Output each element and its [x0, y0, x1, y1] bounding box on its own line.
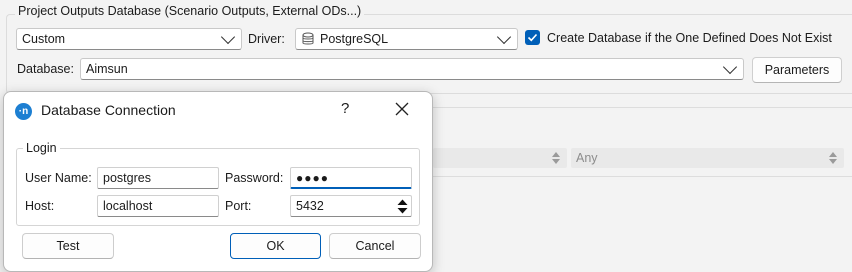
checkmark-icon [527, 33, 538, 42]
chevron-down-icon [496, 29, 512, 45]
password-value: ●●●● [296, 170, 329, 185]
disabled-spin-any: Any [571, 148, 844, 168]
host-value: localhost [103, 199, 153, 213]
spin-arrows-icon [552, 152, 560, 164]
host-field[interactable]: localhost [97, 195, 219, 217]
ok-button[interactable]: OK [230, 233, 321, 259]
dialog-title: Database Connection [41, 102, 176, 118]
disabled-spin-left [433, 148, 567, 168]
test-button[interactable]: Test [22, 233, 114, 259]
user-name-field[interactable]: postgres [97, 167, 219, 189]
parameters-button[interactable]: Parameters [752, 57, 842, 83]
driver-label: Driver: [248, 32, 285, 46]
create-database-label: Create Database if the One Defined Does … [547, 31, 832, 45]
project-outputs-title: Project Outputs Database (Scenario Outpu… [15, 4, 365, 19]
database-connection-dialog: ·n Database Connection ? Login User Name… [3, 91, 433, 272]
chevron-down-icon [220, 29, 236, 45]
close-icon[interactable] [394, 101, 410, 117]
port-label: Port: [225, 199, 252, 213]
chevron-down-icon [722, 59, 738, 75]
user-name-label: User Name: [25, 171, 92, 185]
divider [433, 176, 852, 177]
spin-arrows-icon [829, 152, 837, 164]
cancel-button[interactable]: Cancel [329, 233, 421, 259]
password-field[interactable]: ●●●● [290, 167, 412, 189]
database-combo[interactable]: Aimsun [80, 58, 744, 80]
driver-combo[interactable]: PostgreSQL [295, 28, 518, 50]
database-type-combo[interactable]: Custom [16, 28, 242, 50]
host-label: Host: [25, 199, 55, 213]
project-outputs-group [6, 14, 852, 94]
port-spinbox[interactable]: 5432 [290, 195, 412, 217]
database-value: Aimsun [86, 62, 128, 76]
disabled-spin-value: Any [576, 151, 598, 165]
database-type-value: Custom [22, 32, 66, 46]
create-database-checkbox[interactable] [525, 30, 540, 45]
spin-arrows-icon[interactable] [397, 199, 408, 214]
database-label: Database: [17, 62, 74, 76]
window: Project Outputs Database (Scenario Outpu… [0, 0, 852, 272]
port-value: 5432 [296, 199, 324, 213]
database-icon [302, 32, 314, 45]
driver-value: PostgreSQL [320, 32, 389, 46]
password-label: Password: [225, 171, 284, 185]
login-group-title: Login [23, 141, 60, 155]
user-name-value: postgres [103, 171, 151, 185]
divider [433, 107, 852, 108]
app-icon: ·n [15, 103, 32, 120]
help-button[interactable]: ? [341, 100, 349, 117]
